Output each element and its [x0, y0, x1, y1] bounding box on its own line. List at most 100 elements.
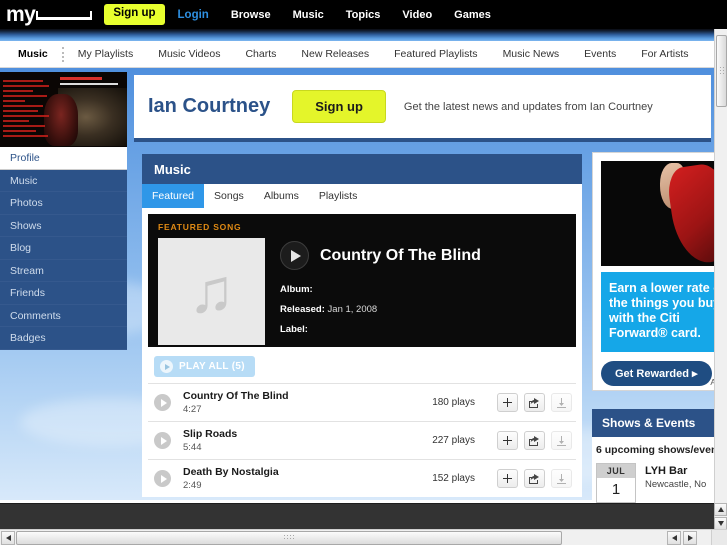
add-track-button[interactable] — [497, 469, 518, 488]
tab-songs[interactable]: Songs — [204, 184, 254, 208]
chevron-down-icon — [717, 521, 724, 526]
sidebar-item-shows[interactable]: Shows — [0, 215, 127, 237]
sidebar-item-blog[interactable]: Blog — [0, 237, 127, 260]
track-duration: 5:44 — [183, 442, 202, 453]
advertisement-panel[interactable]: Earn a lower rate on the things you buy … — [592, 152, 727, 391]
subnav-item-for-artists[interactable]: For Artists — [641, 48, 688, 60]
featured-label-label: Label: — [280, 324, 308, 335]
horizontal-scrollbar[interactable] — [0, 529, 714, 545]
scroll-right-button[interactable] — [683, 531, 697, 545]
subnav-item-new-releases[interactable]: New Releases — [301, 48, 369, 60]
track-duration: 2:49 — [183, 480, 202, 491]
download-track-button[interactable] — [551, 393, 572, 412]
horizontal-scrollbar-thumb[interactable] — [16, 530, 562, 545]
artist-header: Ian Courtney Sign up Get the latest news… — [134, 75, 711, 142]
subnav-item-featured-playlists[interactable]: Featured Playlists — [394, 48, 477, 60]
sidebar-item-comments[interactable]: Comments — [0, 305, 127, 327]
share-track-button[interactable] — [524, 393, 545, 412]
download-track-button[interactable] — [551, 469, 572, 488]
top-nav-video[interactable]: Video — [402, 9, 432, 21]
add-track-button[interactable] — [497, 393, 518, 412]
subnav-item-music-videos[interactable]: Music Videos — [158, 48, 220, 60]
share-track-button[interactable] — [524, 431, 545, 450]
subnav-item-charts[interactable]: Charts — [245, 48, 276, 60]
profile-banner-red-text — [3, 80, 51, 140]
table-row[interactable]: Country Of The Blind 4:27 180 plays — [148, 383, 576, 421]
featured-label-line: Label: — [280, 324, 481, 335]
music-note-icon: ♫ — [188, 256, 235, 326]
scroll-left-button[interactable] — [1, 530, 15, 545]
sidebar-item-music[interactable]: Music — [0, 170, 127, 192]
horizontal-scrollbar-track[interactable] — [16, 530, 714, 545]
featured-released-label: Released: — [280, 304, 325, 315]
chevron-left-icon — [671, 535, 677, 541]
featured-song-title: Country Of The Blind — [320, 246, 481, 264]
track-title: Country Of The Blind — [183, 390, 289, 402]
subnav-item-music-news[interactable]: Music News — [503, 48, 560, 60]
artist-signup-button[interactable]: Sign up — [292, 90, 386, 123]
music-module-title: Music — [142, 154, 582, 184]
track-play-button[interactable] — [154, 432, 171, 449]
track-play-count: 152 plays — [432, 473, 475, 484]
play-all-icon — [160, 360, 173, 373]
play-icon — [160, 474, 167, 483]
tab-playlists[interactable]: Playlists — [309, 184, 368, 208]
tab-featured[interactable]: Featured — [142, 184, 205, 208]
artist-tagline: Get the latest news and updates from Ian… — [403, 100, 653, 113]
tab-albums[interactable]: Albums — [254, 184, 309, 208]
track-play-button[interactable] — [154, 470, 171, 487]
ad-cta-button[interactable]: Get Rewarded ▸ — [601, 361, 712, 386]
header-gradient-divider — [0, 29, 727, 41]
profile-banner-image[interactable] — [0, 72, 127, 147]
subnav-item-events[interactable]: Events — [584, 48, 616, 60]
share-track-button[interactable] — [524, 469, 545, 488]
download-track-button[interactable] — [551, 431, 572, 450]
sidebar-item-badges[interactable]: Badges — [0, 327, 127, 350]
music-subnav: Music My Playlists Music Videos Charts N… — [0, 41, 715, 68]
music-player-bar[interactable] — [0, 503, 714, 529]
scrollbar-corner — [711, 529, 727, 545]
top-nav-music[interactable]: Music — [293, 9, 324, 21]
featured-released-line: Released: Jan 1, 2008 — [280, 304, 481, 315]
sidebar-item-photos[interactable]: Photos — [0, 192, 127, 215]
myspace-logo[interactable]: my — [6, 3, 93, 26]
subnav-item-my-playlists[interactable]: My Playlists — [78, 48, 133, 60]
top-nav-topics[interactable]: Topics — [346, 9, 381, 21]
play-all-button[interactable]: PLAY ALL (5) — [154, 356, 255, 377]
add-track-button[interactable] — [497, 431, 518, 450]
table-row[interactable]: Death By Nostalgia 2:49 152 plays — [148, 459, 576, 497]
login-link[interactable]: Login — [178, 9, 209, 21]
music-module: Music Featured Songs Albums Playlists FE… — [142, 154, 582, 497]
chevron-up-icon — [717, 507, 724, 512]
subnav-item-music[interactable]: Music — [18, 48, 48, 60]
music-module-body: FEATURED SONG ♫ Country Of The Blind Alb… — [142, 208, 582, 497]
sidebar-item-profile[interactable]: Profile — [0, 147, 127, 170]
logo-text: my — [6, 3, 36, 26]
shows-events-title: Shows & Events — [592, 409, 727, 437]
show-location: Newcastle, No — [645, 479, 707, 490]
featured-song-label: FEATURED SONG — [158, 222, 242, 232]
shows-events-count: 6 upcoming shows/even — [592, 437, 727, 463]
subnav-divider — [61, 46, 64, 62]
sidebar-item-friends[interactable]: Friends — [0, 282, 127, 305]
featured-play-button[interactable] — [280, 241, 309, 270]
vertical-scrollbar-thumb[interactable] — [716, 35, 727, 107]
scrollbar-grip-icon — [719, 66, 726, 76]
vertical-scrollbar[interactable] — [714, 29, 727, 532]
track-play-button[interactable] — [154, 394, 171, 411]
top-nav-games[interactable]: Games — [454, 9, 491, 21]
table-row[interactable]: Slip Roads 5:44 227 plays — [148, 421, 576, 459]
sidebar-item-stream[interactable]: Stream — [0, 260, 127, 282]
logo-blank-underline — [36, 11, 93, 20]
shows-events-module: Shows & Events 6 upcoming shows/even JUL… — [592, 409, 727, 509]
show-month: JUL — [597, 464, 635, 478]
track-play-count: 227 plays — [432, 435, 475, 446]
page-title: Ian Courtney — [148, 95, 271, 117]
play-icon — [160, 436, 167, 445]
featured-album-label: Album: — [280, 284, 313, 295]
scroll-up-button[interactable] — [714, 503, 727, 516]
top-signup-button[interactable]: Sign up — [104, 4, 165, 25]
top-nav-browse[interactable]: Browse — [231, 9, 271, 21]
scroll-left-button-right[interactable] — [667, 531, 681, 545]
featured-album-line: Album: — [280, 284, 481, 295]
